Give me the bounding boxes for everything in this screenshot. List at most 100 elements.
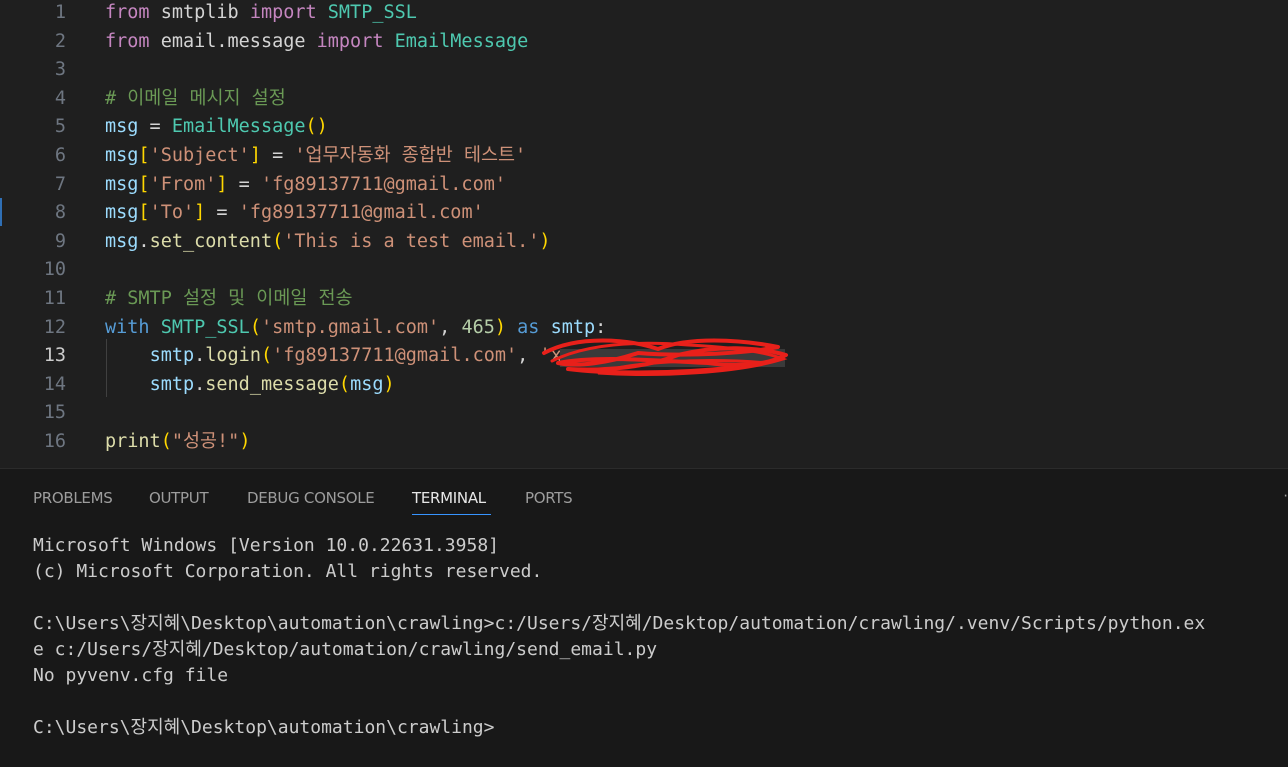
code-token: . bbox=[194, 345, 206, 367]
code-token: ( bbox=[272, 230, 284, 252]
code-token: ( bbox=[249, 316, 261, 338]
code-line[interactable]: 7 msg['From'] = 'fg89137711@gmail.com' bbox=[0, 171, 1288, 199]
code-token: as bbox=[517, 316, 540, 338]
terminal-line: C:\Users\장지혜\Desktop\automation\crawling… bbox=[33, 717, 495, 738]
code-token: smtplib bbox=[160, 2, 239, 23]
redaction-scribble bbox=[542, 338, 788, 376]
code-token: ( bbox=[260, 345, 273, 367]
code-token: msg bbox=[105, 145, 139, 166]
line-number: 14 bbox=[43, 373, 66, 395]
code-line[interactable]: 8 msg['To'] = 'fg89137711@gmail.com' bbox=[0, 199, 1288, 227]
code-token: email.message bbox=[160, 30, 306, 52]
line-number: 12 bbox=[43, 316, 66, 338]
code-line[interactable]: 9 msg.set_content('This is a test email.'… bbox=[0, 228, 1288, 256]
code-token: msg bbox=[105, 230, 139, 252]
code-line[interactable]: 15 bbox=[0, 399, 1288, 427]
terminal-line: No pyvenv.cfg file bbox=[33, 665, 229, 686]
code-line[interactable]: 10 bbox=[0, 256, 1288, 284]
terminal-line: e c:/Users/장지혜/Desktop/automation/crawli… bbox=[33, 639, 658, 660]
code-line[interactable]: 16 print("성공!") bbox=[0, 428, 1288, 456]
code-line[interactable]: 2 from email.message import EmailMessage bbox=[0, 28, 1288, 56]
line-number: 10 bbox=[43, 259, 66, 281]
code-text[interactable]: msg['Subject'] = '업무자동화 종합반 테스트' bbox=[105, 142, 526, 170]
line-number: 4 bbox=[54, 87, 66, 109]
code-token: [ bbox=[138, 202, 150, 224]
code-token: ) bbox=[383, 373, 395, 395]
line-number: 5 bbox=[54, 116, 66, 138]
code-line[interactable]: 5 msg = EmailMessage() bbox=[0, 113, 1288, 141]
ellipsis-icon[interactable]: ·· bbox=[1282, 489, 1288, 503]
code-text[interactable]: print("성공!") bbox=[105, 428, 250, 456]
code-token: msg bbox=[105, 202, 139, 224]
code-line[interactable]: 6 msg['Subject'] = '업무자동화 종합반 테스트' bbox=[0, 142, 1288, 170]
code-text[interactable]: with SMTP_SSL('smtp.gmail.com', 465) as … bbox=[105, 314, 606, 342]
code-token: # SMTP 설정 및 이메일 전송 bbox=[105, 288, 353, 309]
code-token: ] bbox=[249, 145, 261, 166]
tab-ports[interactable]: PORTS bbox=[525, 489, 573, 507]
tab-output[interactable]: OUTPUT bbox=[149, 489, 209, 507]
code-token: ( bbox=[338, 373, 351, 395]
terminal-line: Microsoft Windows [Version 10.0.22631.39… bbox=[33, 535, 499, 556]
code-text[interactable]: smtp.send_message(msg) bbox=[105, 371, 395, 399]
code-token: msg bbox=[105, 173, 139, 195]
code-token: login bbox=[205, 345, 261, 367]
code-token: import bbox=[316, 30, 384, 52]
code-token: 'Subject' bbox=[149, 145, 250, 166]
code-token: # 이메일 메시지 설정 bbox=[105, 87, 286, 109]
code-token: SMTP_SSL bbox=[160, 316, 250, 338]
code-token: ] bbox=[216, 173, 228, 195]
line-number: 13 bbox=[43, 345, 66, 367]
terminal-line: C:\Users\장지혜\Desktop\automation\crawling… bbox=[33, 613, 1206, 634]
code-token: msg bbox=[350, 373, 384, 395]
code-line[interactable]: 11 # SMTP 설정 및 이메일 전송 bbox=[0, 285, 1288, 313]
code-text[interactable]: msg['From'] = 'fg89137711@gmail.com' bbox=[105, 171, 506, 199]
code-text[interactable]: msg.set_content('This is a test email.') bbox=[105, 228, 551, 256]
code-editor[interactable]: 1 from smtplib import SMTP_SSL 2 from email… bbox=[0, 0, 1288, 468]
tab-debug-console[interactable]: DEBUG CONSOLE bbox=[247, 489, 375, 507]
code-token: from bbox=[105, 30, 150, 52]
code-line[interactable]: 1 from smtplib import SMTP_SSL bbox=[0, 0, 1288, 27]
code-token: EmailMessage bbox=[171, 116, 306, 138]
code-token: , bbox=[517, 345, 540, 367]
code-token: smtp bbox=[149, 373, 195, 395]
code-text[interactable]: msg = EmailMessage() bbox=[105, 113, 328, 141]
tab-terminal[interactable]: TERMINAL bbox=[412, 489, 486, 507]
code-token: ] bbox=[194, 202, 206, 224]
code-token: ) bbox=[539, 230, 551, 252]
code-token: from bbox=[105, 2, 150, 23]
bottom-panel: PROBLEMS OUTPUT DEBUG CONSOLE TERMINAL PORTS… bbox=[0, 469, 1288, 767]
code-text[interactable]: from email.message import EmailMessage bbox=[105, 28, 528, 56]
code-token: = bbox=[205, 202, 239, 224]
line-number: 8 bbox=[54, 202, 66, 224]
line-number: 7 bbox=[54, 173, 66, 195]
code-token: () bbox=[305, 116, 328, 138]
code-token: print bbox=[105, 431, 161, 452]
code-token: 'From' bbox=[149, 173, 217, 195]
line-number: 1 bbox=[54, 2, 66, 23]
code-text[interactable]: from smtplib import SMTP_SSL bbox=[105, 0, 417, 27]
code-token: 'fg89137711@gmail.com' bbox=[238, 202, 484, 224]
code-line[interactable]: 3 bbox=[0, 56, 1288, 84]
code-text[interactable]: msg['To'] = 'fg89137711@gmail.com' bbox=[105, 199, 484, 227]
code-token: ( bbox=[160, 431, 172, 452]
code-text[interactable]: # 이메일 메시지 설정 bbox=[105, 85, 286, 113]
code-token: 465 bbox=[461, 316, 495, 338]
tab-problems[interactable]: PROBLEMS bbox=[33, 489, 113, 507]
code-token: = bbox=[227, 173, 261, 195]
code-token: . bbox=[138, 230, 150, 252]
code-token: SMTP_SSL bbox=[327, 2, 417, 23]
code-text[interactable]: # SMTP 설정 및 이메일 전송 bbox=[105, 285, 353, 313]
code-token: [ bbox=[138, 173, 150, 195]
terminal-line: (c) Microsoft Corporation. All rights re… bbox=[33, 561, 543, 582]
line-number: 15 bbox=[43, 402, 66, 424]
code-line[interactable]: 4 # 이메일 메시지 설정 bbox=[0, 85, 1288, 113]
